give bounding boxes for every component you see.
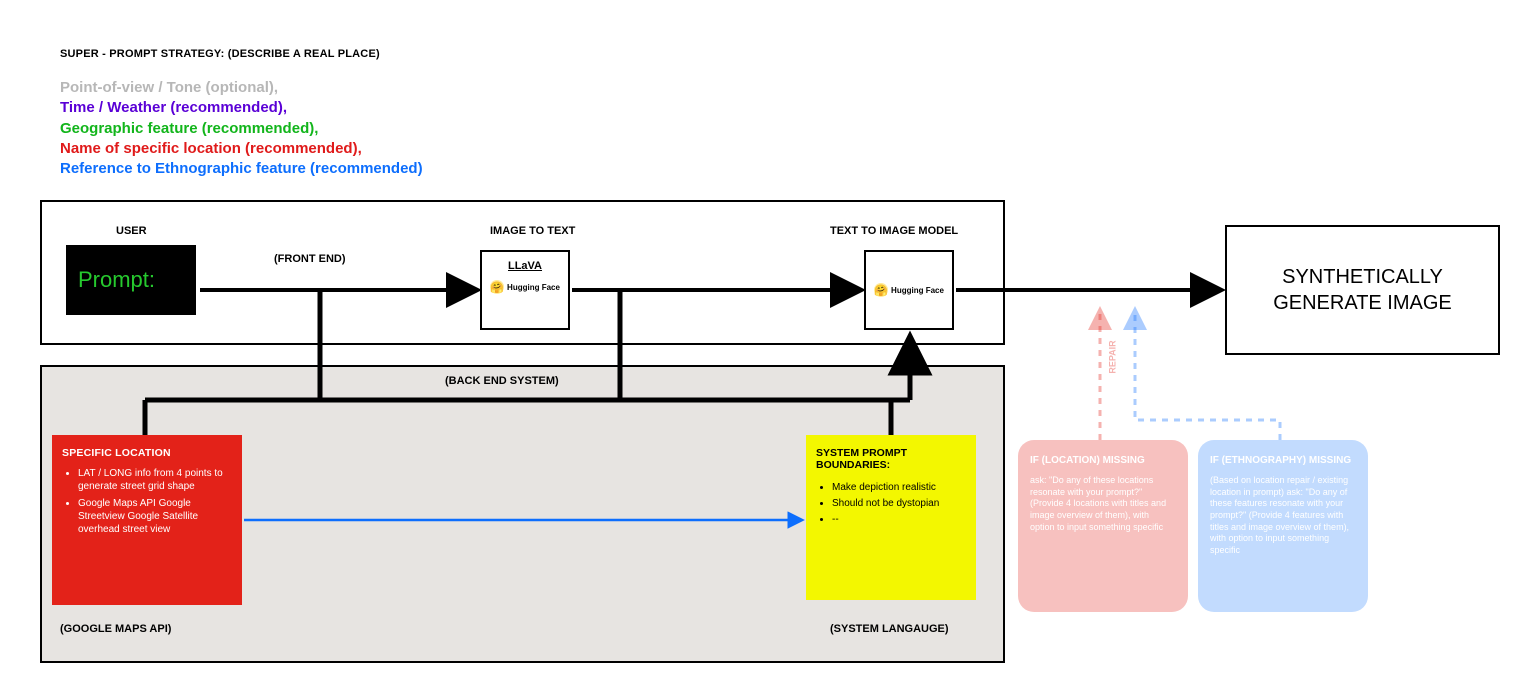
frontend-label: (FRONT END): [274, 253, 346, 265]
google-maps-api-label: (GOOGLE MAPS API): [60, 623, 171, 635]
hf-tag-model: 🤗 Hugging Face: [874, 283, 944, 297]
header-title: SUPER - PROMPT STRATEGY: (DESCRIBE A REA…: [60, 48, 423, 60]
red-card-bullet-2: Google Maps API Google Streetview Google…: [78, 497, 232, 536]
yellow-card-bullet-2: Should not be dystopian: [832, 497, 966, 510]
prompt-text: Prompt:: [78, 267, 155, 293]
output-box: SYNTHETICALLY GENERATE IMAGE: [1225, 225, 1500, 355]
legend-pov: Point-of-view / Tone (optional),: [60, 78, 423, 98]
legend-ethno: Reference to Ethnographic feature (recom…: [60, 159, 423, 179]
yellow-card-bullet-1: Make depiction realistic: [832, 481, 966, 494]
system-prompt-card: SYSTEM PROMPT BOUNDARIES: Make depiction…: [806, 435, 976, 600]
if-location-missing-card: IF (LOCATION) MISSING ask: "Do any of th…: [1018, 440, 1188, 612]
llava-title: LLaVA: [508, 260, 542, 272]
specific-location-card: SPECIFIC LOCATION LAT / LONG info from 4…: [52, 435, 242, 605]
text-to-image-box: 🤗 Hugging Face: [864, 250, 954, 330]
red-card-bullet-1: LAT / LONG info from 4 points to generat…: [78, 467, 232, 493]
user-label: USER: [116, 225, 147, 237]
hugging-face-icon: 🤗: [874, 283, 888, 297]
legend-time: Time / Weather (recommended),: [60, 98, 423, 118]
hf-label: Hugging Face: [507, 283, 560, 292]
fade-red-title: IF (LOCATION) MISSING: [1030, 454, 1176, 467]
legend-loc: Name of specific location (recommended),: [60, 139, 423, 159]
red-card-title: SPECIFIC LOCATION: [62, 447, 232, 459]
fade-blue-body: (Based on location repair / existing loc…: [1210, 475, 1356, 557]
prompt-box: Prompt:: [66, 245, 196, 315]
backend-label: (BACK END SYSTEM): [445, 375, 559, 387]
yellow-card-title: SYSTEM PROMPT BOUNDARIES:: [816, 447, 966, 471]
if-ethnography-missing-card: IF (ETHNOGRAPHY) MISSING (Based on locat…: [1198, 440, 1368, 612]
fade-blue-title: IF (ETHNOGRAPHY) MISSING: [1210, 454, 1356, 467]
repair-label: REPAIR: [1108, 340, 1118, 373]
text-to-image-label: TEXT TO IMAGE MODEL: [830, 225, 958, 237]
yellow-card-bullet-3: --: [832, 513, 966, 526]
hugging-face-icon: 🤗: [490, 280, 504, 294]
system-language-label: (SYSTEM LANGAUGE): [830, 623, 949, 635]
fade-red-body: ask: "Do any of these locations resonate…: [1030, 475, 1176, 533]
hf-tag-llava: 🤗 Hugging Face: [490, 280, 560, 294]
llava-box: LLaVA 🤗 Hugging Face: [480, 250, 570, 330]
image-to-text-label: IMAGE TO TEXT: [490, 225, 575, 237]
output-text: SYNTHETICALLY GENERATE IMAGE: [1237, 264, 1488, 316]
legend-geo: Geographic feature (recommended),: [60, 119, 423, 139]
hf-label: Hugging Face: [891, 286, 944, 295]
